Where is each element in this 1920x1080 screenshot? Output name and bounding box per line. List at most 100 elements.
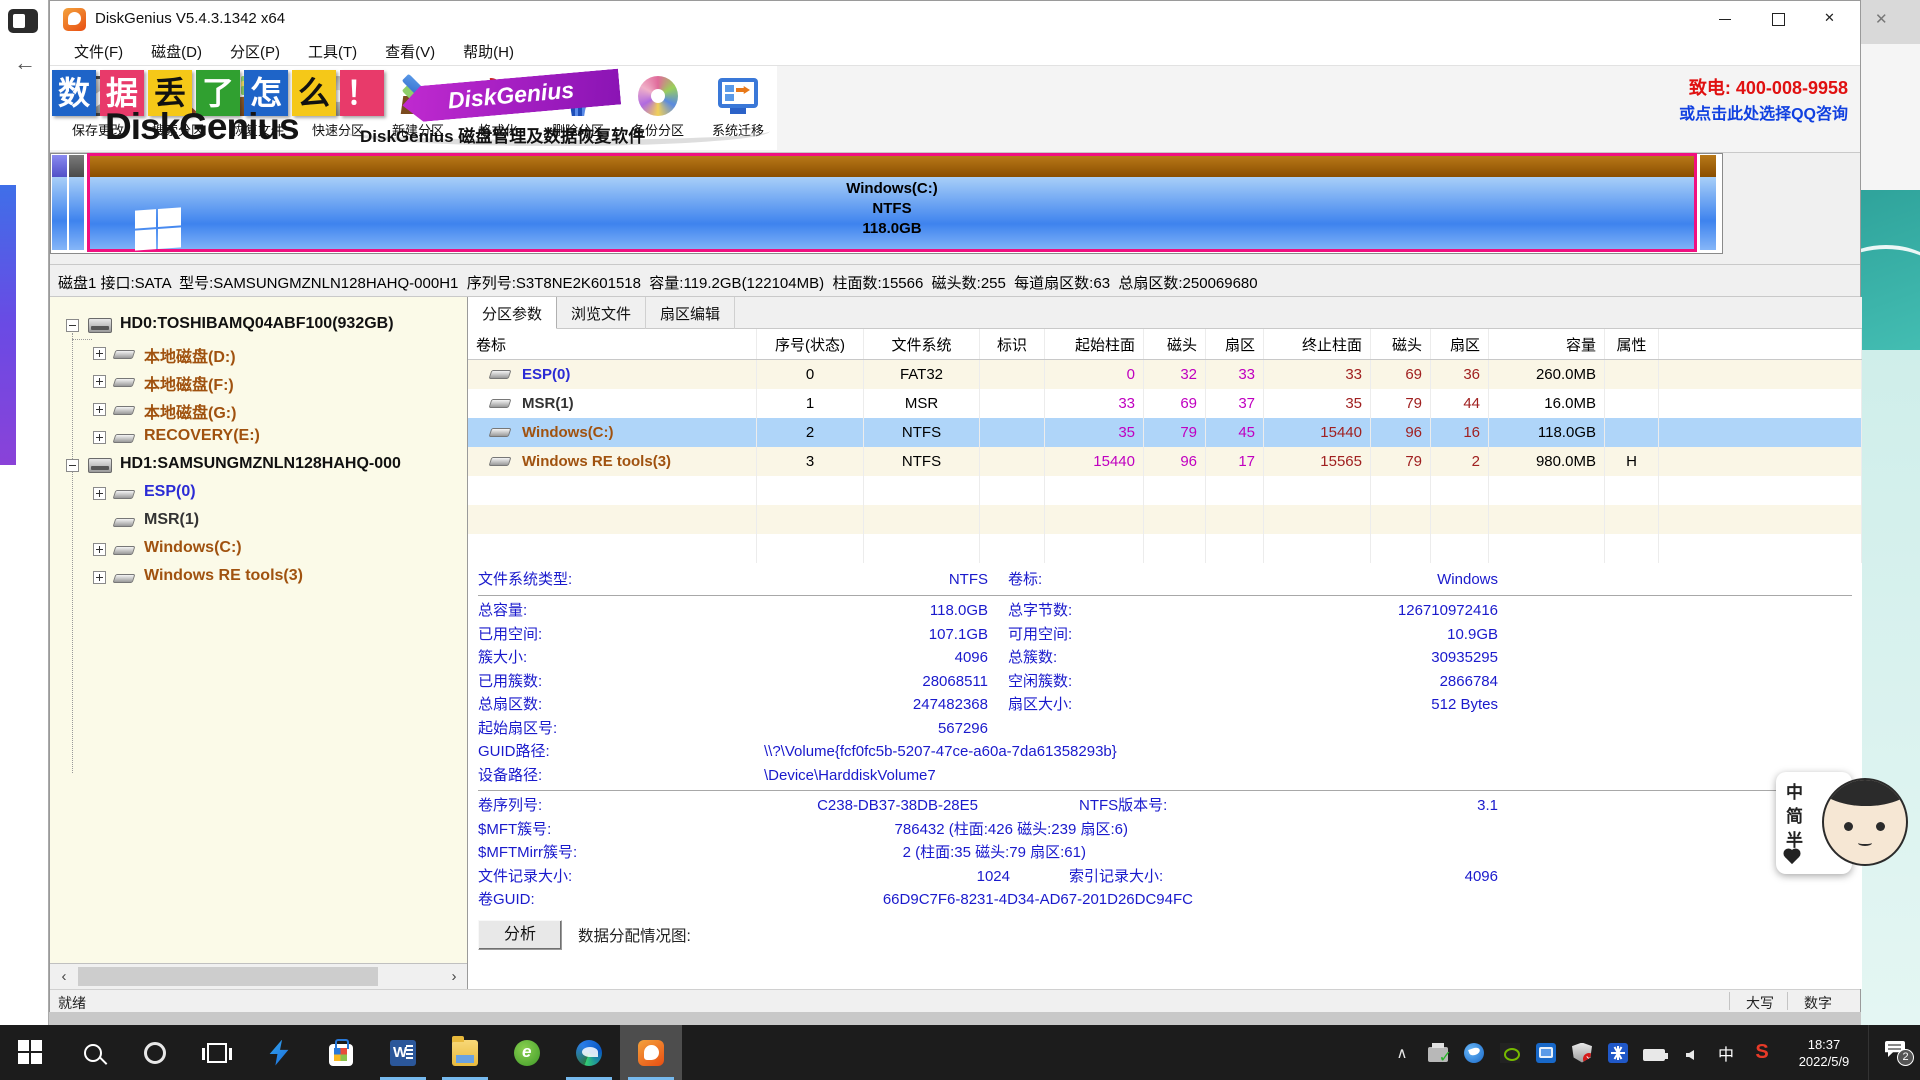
table-header: 卷标 序号(状态) 文件系统 标识 起始柱面 磁头 扇区 终止柱面 磁头 扇区 … — [468, 329, 1862, 360]
cortana-icon — [144, 1042, 166, 1064]
tray-snowflake-app[interactable] — [1600, 1025, 1636, 1080]
notification-badge: 2 — [1897, 1049, 1914, 1066]
wallpaper-stripe — [0, 185, 16, 465]
analyze-button[interactable]: 分析 — [478, 920, 562, 950]
back-arrow-icon: ← — [14, 50, 36, 76]
menu-disk[interactable]: 磁盘(D) — [137, 38, 216, 65]
tray-input-indicator[interactable]: 中 — [1708, 1025, 1744, 1080]
store-button[interactable] — [310, 1025, 372, 1080]
scrollbar-thumb[interactable] — [78, 967, 378, 986]
sogou-s-icon: S — [1755, 1041, 1768, 1064]
cortana-button[interactable] — [124, 1025, 186, 1080]
taskbar-search-button[interactable] — [62, 1025, 124, 1080]
tray-expand-button[interactable]: ∧ — [1384, 1025, 1420, 1080]
table-row-winre[interactable]: Windows RE tools(3) 3NTFS 154409617 1556… — [468, 447, 1862, 476]
msr-partition-block[interactable] — [69, 155, 84, 250]
tray-security[interactable] — [1564, 1025, 1600, 1080]
tab-sector-edit[interactable]: 扇区编辑 — [646, 297, 735, 329]
vol-label-value: Windows — [1168, 567, 1498, 592]
ime-mascot-avatar[interactable] — [1822, 778, 1908, 866]
speaker-icon — [1686, 1050, 1694, 1060]
status-caps: 大写 — [1746, 993, 1774, 1013]
ime-simplified-indicator[interactable]: 简 — [1786, 802, 1803, 827]
tab-browse-files[interactable]: 浏览文件 — [557, 297, 646, 329]
diskgenius-taskbar-button[interactable] — [620, 1025, 682, 1080]
tab-partition-params[interactable]: 分区参数 — [468, 297, 557, 329]
mftmirr-cluster: 2 (柱面:35 磁头:79 扇区:61) — [638, 841, 1086, 865]
tray-intel-graphics[interactable] — [1528, 1025, 1564, 1080]
tree-item-windows-c[interactable]: Windows(C:) — [50, 535, 467, 563]
edge-button[interactable] — [558, 1025, 620, 1080]
expand-icon[interactable] — [93, 347, 106, 360]
tray-bird-app[interactable] — [1456, 1025, 1492, 1080]
table-row-esp[interactable]: ESP(0) 0FAT32 03233 336936 260.0MB — [468, 360, 1862, 389]
tray-nvidia[interactable] — [1492, 1025, 1528, 1080]
table-row-empty — [468, 476, 1862, 505]
battery-icon — [1643, 1049, 1665, 1061]
tree-item-local-d[interactable]: 本地磁盘(D:) — [50, 339, 467, 367]
collapse-icon[interactable] — [66, 319, 79, 332]
tree-item-hd1[interactable]: HD1:SAMSUNGMZNLN128HAHQ-000 — [50, 451, 467, 479]
start-button[interactable] — [0, 1025, 62, 1080]
banner-logo-text: DiskGenius — [105, 106, 299, 148]
tree-item-local-f[interactable]: 本地磁盘(F:) — [50, 367, 467, 395]
expand-icon[interactable] — [93, 543, 106, 556]
scroll-left-icon[interactable]: ‹ — [56, 969, 72, 985]
expand-icon[interactable] — [93, 403, 106, 416]
heart-icon[interactable] — [1785, 850, 1799, 864]
minimize-button[interactable] — [1700, 1, 1750, 37]
tray-volume[interactable] — [1672, 1025, 1708, 1080]
desktop-right: ✕ — [1861, 0, 1920, 1025]
scroll-right-icon[interactable]: › — [446, 969, 462, 985]
taskbar-clock[interactable]: 18:37 2022/5/9 — [1780, 1036, 1868, 1070]
tree-item-local-g[interactable]: 本地磁盘(G:) — [50, 395, 467, 423]
close-button[interactable] — [1806, 1, 1856, 37]
expand-icon[interactable] — [93, 571, 106, 584]
explorer-button[interactable] — [434, 1025, 496, 1080]
ime-lang-indicator[interactable]: 中 — [1786, 778, 1803, 803]
windows-partition-block[interactable]: Windows(C:) NTFS 118.0GB — [87, 153, 1697, 252]
tree-item-msr[interactable]: MSR(1) — [50, 507, 467, 535]
snowflake-icon — [1608, 1043, 1628, 1063]
fs-type-label: 文件系统类型: — [478, 567, 638, 592]
expand-icon[interactable] — [93, 487, 106, 500]
tray-sogou[interactable]: S — [1744, 1025, 1780, 1080]
word-button[interactable] — [372, 1025, 434, 1080]
nvidia-icon — [1500, 1043, 1520, 1063]
allocation-map-label: 数据分配情况图: — [578, 924, 691, 946]
task-view-button[interactable] — [186, 1025, 248, 1080]
menu-view[interactable]: 查看(V) — [371, 38, 449, 65]
tree-item-esp[interactable]: ESP(0) — [50, 479, 467, 507]
folder-icon — [452, 1040, 478, 1066]
expand-icon[interactable] — [93, 375, 106, 388]
maximize-button[interactable] — [1753, 1, 1803, 37]
window-title: DiskGenius V5.4.3.1342 x64 — [95, 10, 285, 27]
tree-horizontal-scrollbar[interactable]: ‹ › — [50, 963, 468, 989]
menu-file[interactable]: 文件(F) — [60, 38, 137, 65]
main-area: HD0:TOSHIBAMQ04ABF100(932GB) 本地磁盘(D:) 本地… — [50, 297, 1860, 989]
tree-item-recovery-e[interactable]: RECOVERY(E:) — [50, 423, 467, 451]
menu-partition[interactable]: 分区(P) — [216, 38, 294, 65]
printer-icon — [1428, 1047, 1448, 1062]
tree-item-winre[interactable]: Windows RE tools(3) — [50, 563, 467, 591]
tree-item-hd0[interactable]: HD0:TOSHIBAMQ04ABF100(932GB) — [50, 311, 467, 339]
menu-help[interactable]: 帮助(H) — [449, 38, 528, 65]
table-row-windows-selected[interactable]: Windows(C:) 2NTFS 357945 154409616 118.0… — [468, 418, 1862, 447]
volume-icon — [113, 378, 136, 387]
disk-tree-panel: HD0:TOSHIBAMQ04ABF100(932GB) 本地磁盘(D:) 本地… — [50, 297, 468, 989]
table-row-msr[interactable]: MSR(1) 1MSR 336937 357944 16.0MB — [468, 389, 1862, 418]
expand-icon[interactable] — [93, 431, 106, 444]
menu-tools[interactable]: 工具(T) — [294, 38, 371, 65]
esp-partition-block[interactable] — [52, 155, 67, 250]
browser-360-button[interactable] — [496, 1025, 558, 1080]
winre-partition-block[interactable] — [1700, 155, 1716, 250]
notification-center-button[interactable]: 2 — [1868, 1025, 1920, 1080]
tray-printer[interactable] — [1420, 1025, 1456, 1080]
table-row-empty — [468, 534, 1862, 563]
collapse-icon[interactable] — [66, 459, 79, 472]
banner-tile: ！ — [340, 70, 384, 116]
flash-app-button[interactable] — [248, 1025, 310, 1080]
guid-path-label: GUID路径: — [478, 740, 638, 764]
tray-battery[interactable] — [1636, 1025, 1672, 1080]
browser-e-icon — [514, 1040, 540, 1066]
